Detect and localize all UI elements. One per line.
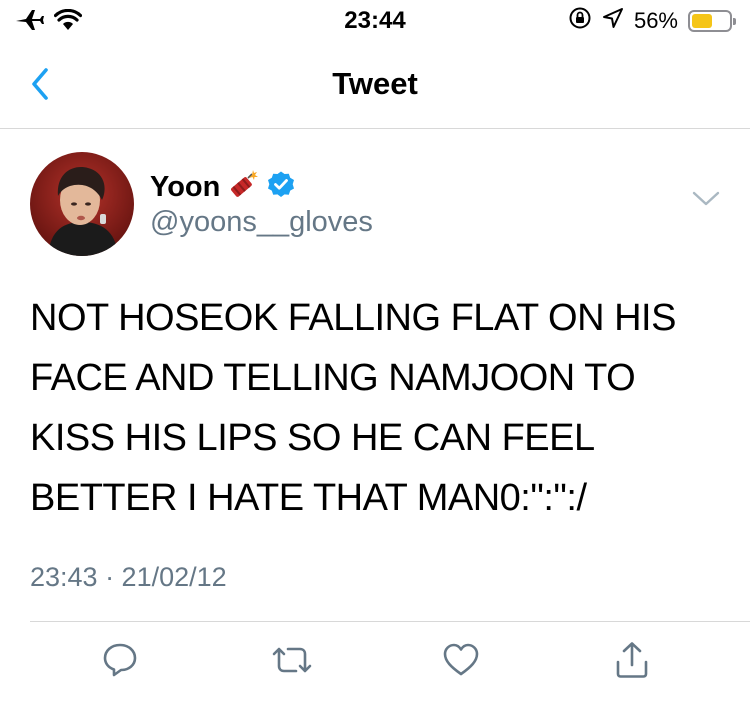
orientation-lock-icon bbox=[568, 6, 592, 35]
tweet-text: NOT HOSEOK FALLING FLAT ON HIS FACE AND … bbox=[30, 297, 676, 519]
share-button[interactable] bbox=[608, 638, 656, 686]
battery-level bbox=[692, 13, 712, 28]
battery-percent: 56% bbox=[633, 7, 678, 33]
location-arrow-icon bbox=[602, 7, 624, 34]
chevron-down-icon bbox=[690, 191, 722, 214]
author-handle[interactable]: @yoons__gloves bbox=[150, 206, 373, 239]
like-icon bbox=[441, 640, 481, 685]
retweet-button[interactable] bbox=[268, 638, 316, 686]
status-bar: 23:44 56% bbox=[0, 0, 750, 40]
author-name[interactable]: Yoon bbox=[150, 171, 220, 204]
avatar[interactable] bbox=[30, 152, 134, 256]
tweet-detail-screen: 23:44 56% Tweet Yoon @yoons__gloves NOT … bbox=[0, 0, 750, 709]
page-title: Tweet bbox=[332, 66, 418, 101]
share-icon bbox=[612, 640, 652, 685]
reply-icon bbox=[100, 640, 140, 685]
tweet-timestamp: 23:43 · 21/02/12 bbox=[30, 562, 227, 592]
retweet-icon bbox=[270, 640, 314, 685]
navigation-bar: Tweet bbox=[0, 40, 750, 129]
battery-icon bbox=[688, 9, 736, 32]
author-name-row: Yoon bbox=[150, 168, 296, 207]
more-options-button[interactable] bbox=[690, 188, 722, 210]
firecracker-emoji bbox=[226, 168, 260, 207]
verified-badge-icon bbox=[266, 170, 296, 205]
tweet-action-bar bbox=[0, 638, 750, 694]
reply-button[interactable] bbox=[96, 638, 144, 686]
like-button[interactable] bbox=[437, 638, 485, 686]
divider bbox=[30, 621, 750, 622]
